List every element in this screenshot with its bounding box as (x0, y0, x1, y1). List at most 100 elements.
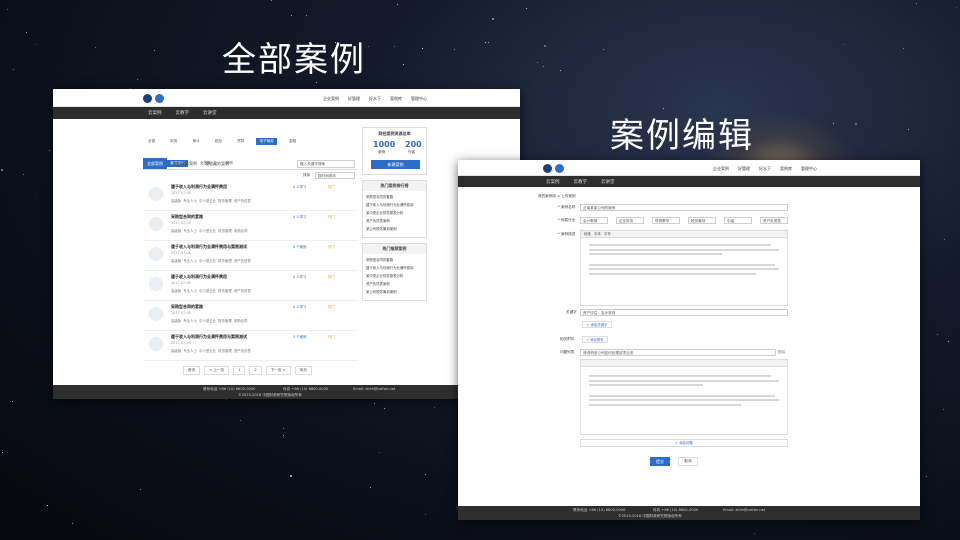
filter-chip[interactable]: 财务 (167, 138, 180, 145)
case-row[interactable]: 采购型合同的套路 2017-07-08 高级版 专业人士 中小型企业 财务管理 采购… (143, 211, 358, 241)
star-dot (12, 401, 13, 402)
case-row[interactable]: 建于收入与利润行为业满怀费用与案限测试 2017-07-08 高级版 专业人士 中小… (143, 241, 358, 271)
case-row[interactable]: 采购型合同的套路 2017-07-08 高级版 专业人士 中小型企业 财务管理 采购… (143, 301, 358, 331)
add-question-button[interactable]: + 添加问题 (580, 439, 788, 447)
nav-item[interactable]: 云教学 (574, 179, 588, 185)
side-list-item[interactable]: 采购型合同的套路 (366, 194, 423, 199)
site-logo[interactable] (543, 164, 567, 173)
search-input[interactable]: 输入关键字搜索 (297, 160, 355, 168)
attr-select[interactable]: 中级 (724, 217, 752, 224)
toolbar-item[interactable]: 段落 (584, 232, 591, 236)
case-stat: 4 人学习 (293, 305, 307, 309)
case-meta: 高级版 专业人士 中小型企业 财务管理 资产负债表 (171, 258, 251, 263)
attr-select[interactable]: 会计教育 (580, 217, 608, 224)
side-list-item[interactable]: 某中型企业财务报表分析 (366, 210, 423, 215)
tab-all-cases[interactable]: 全部案例 (143, 158, 167, 169)
case-title[interactable]: 采购型合同的套路 (171, 214, 203, 220)
text-line (589, 399, 779, 401)
side-list-item[interactable]: 资产负债表案例 (366, 218, 423, 223)
star-dot (35, 44, 36, 45)
keyword-input[interactable]: 资产评估，会计准则 (580, 309, 788, 316)
sort-select[interactable]: 按时间排序 (315, 172, 355, 179)
filter-chip[interactable]: 税务 (212, 138, 225, 145)
top-link[interactable]: 案例库 (390, 96, 402, 102)
nav-item[interactable]: 云教学 (176, 110, 190, 116)
star-dot (316, 82, 317, 83)
resource-box-title: 财经案例资源总库 (378, 131, 411, 136)
top-link[interactable]: 好水下 (759, 166, 771, 172)
case-title[interactable]: 建于收入与利润行为业满怀费用与案限测试 (171, 244, 247, 250)
case-meta-item: 专业人士 (183, 229, 197, 233)
star-dot (283, 435, 284, 436)
case-tag: 采购合同 (233, 319, 248, 323)
top-link[interactable]: 管理中心 (411, 96, 427, 102)
tab-my-created[interactable]: 我创建的案例 (173, 161, 197, 167)
side-list-item[interactable]: 某公司税务筹划案例 (366, 226, 423, 231)
page-number[interactable]: 1 (233, 366, 246, 375)
side-list-item[interactable]: 建于收入与利润行为业满怀费用 (366, 202, 423, 207)
case-row[interactable]: 建于收入与利润行为业满怀费用 2017-07-08 高级版 专业人士 中小型企业 财… (143, 181, 358, 211)
side-list-item[interactable]: 某中型企业财务报表分析 (366, 273, 423, 278)
attr-select[interactable]: 资产负债表 (760, 217, 788, 224)
top-link[interactable]: 好管理 (738, 166, 750, 172)
case-meta-item: 专业人士 (183, 289, 197, 293)
case-row[interactable]: 建于收入与利润行为业满怀费用 2017-07-08 高级版 专业人士 中小型企业 财… (143, 271, 358, 301)
page-last[interactable]: 末页 (294, 366, 312, 375)
side-list-item[interactable]: 资产负债表案例 (366, 281, 423, 286)
rich-text-editor[interactable]: 段落 字体 字号 (580, 230, 788, 306)
site-logo[interactable] (143, 94, 167, 103)
side-list-item[interactable]: 采购型合同的套路 (366, 257, 423, 262)
case-title[interactable]: 采购型合同的套路 (171, 304, 203, 310)
attr-select[interactable]: 企业财务 (616, 217, 644, 224)
page-next[interactable]: 下一页 > (265, 366, 291, 375)
nav-item[interactable]: 云案例 (148, 110, 162, 116)
tab-my-favorites[interactable]: 我收藏的案例 (205, 161, 229, 167)
page-first[interactable]: 首页 (183, 366, 201, 375)
create-case-button[interactable]: 新建案例 (371, 160, 420, 169)
filter-chip[interactable]: 金融 (286, 138, 299, 145)
case-title[interactable]: 建于收入与利润行为业满怀费用 (171, 274, 227, 280)
case-thumbnail-icon (149, 217, 163, 231)
filter-chip[interactable]: 全部 (145, 138, 158, 145)
top-link[interactable]: 企业案例 (713, 166, 729, 172)
top-link[interactable]: 企业案例 (323, 96, 339, 102)
case-row[interactable]: 建于收入与利润行为业满怀费用与案限测试 2017-07-08 高级版 专业人士 中小… (143, 331, 358, 361)
page-number[interactable]: 2 (249, 366, 262, 375)
side-list-item[interactable]: 某公司税务筹划案例 (366, 289, 423, 294)
case-title[interactable]: 建于收入与利润行为业满怀费用 (171, 184, 227, 190)
delete-question-link[interactable]: 删除 (778, 350, 785, 355)
top-link[interactable]: 好管理 (348, 96, 360, 102)
star-dot (903, 48, 904, 49)
toolbar-item[interactable]: 字体 (594, 232, 601, 236)
question-input[interactable]: 请说明该公司如何处理该项业务 (580, 349, 776, 356)
top-link[interactable]: 好水下 (369, 96, 381, 102)
page-prev[interactable]: < 上一页 (204, 366, 230, 375)
star-dot (425, 514, 426, 515)
toolbar-item[interactable]: 字号 (604, 232, 611, 236)
filter-chip-active[interactable]: 电子商务 (256, 138, 277, 145)
answer-editor[interactable] (580, 359, 788, 435)
attr-select[interactable]: 财税教学 (652, 217, 680, 224)
nav-item[interactable]: 云案例 (546, 179, 560, 185)
attr-select[interactable]: 税务筹划 (688, 217, 716, 224)
star-dot (306, 15, 307, 16)
pagination: 首页 < 上一页 1 2 下一页 > 末页 (183, 366, 312, 375)
case-name-input[interactable]: 云南某某公司的案例 (580, 204, 788, 211)
add-attachment-button[interactable]: + 添加附件 (582, 336, 608, 343)
case-title[interactable]: 建于收入与利润行为业满怀费用与案限测试 (171, 334, 247, 340)
case-meta: 高级版 专业人士 中小型企业 财务管理 资产负债表 (171, 198, 251, 203)
top-link[interactable]: 案例库 (780, 166, 792, 172)
submit-button[interactable]: 提交 (650, 457, 670, 466)
footer-email: Email: zlcfe@caifan.net (723, 508, 766, 512)
add-keyword-button[interactable]: + 添加关键字 (582, 321, 612, 328)
nav-item[interactable]: 云讲堂 (601, 179, 615, 185)
filter-chip[interactable]: 审计 (190, 138, 203, 145)
filter-chip[interactable]: 预算 (234, 138, 247, 145)
main-nav: 云案例 云教学 云讲堂 (458, 176, 920, 187)
side-list-item[interactable]: 建于收入与利润行为业满怀费用 (366, 265, 423, 270)
top-link[interactable]: 管理中心 (801, 166, 817, 172)
case-count: 1000 (373, 140, 396, 149)
cancel-button[interactable]: 取消 (678, 457, 698, 466)
nav-item[interactable]: 云讲堂 (203, 110, 217, 116)
star-dot (403, 64, 404, 65)
